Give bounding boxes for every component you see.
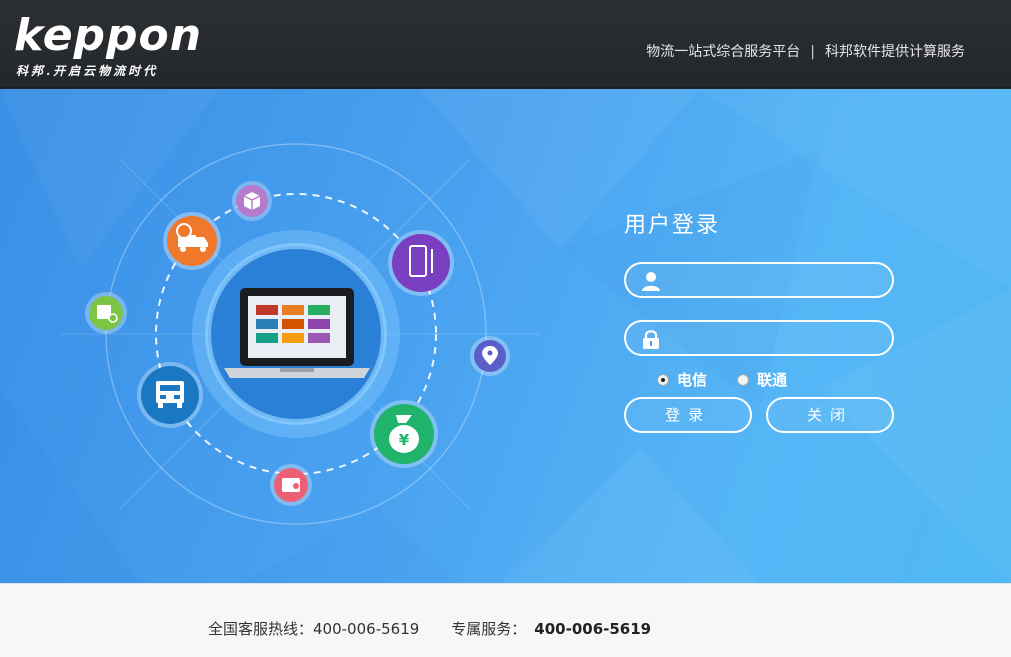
radio-telecom-label: 电信: [677, 371, 708, 389]
delivery-truck-icon: [137, 362, 203, 428]
hotline-number: 400-006-5619: [313, 620, 420, 638]
laptop-icon: [224, 288, 370, 378]
password-input[interactable]: [674, 326, 884, 350]
lock-icon: [643, 330, 659, 349]
wallet-icon: [270, 464, 312, 506]
login-banner: ¥ 用户登录 电信 联通 登录 关闭: [0, 89, 1011, 583]
truck-clock-icon: [163, 212, 221, 270]
delivery-tag-icon: [85, 292, 127, 334]
top-header: keppon 科邦.开启云物流时代 物流一站式综合服务平台 | 科邦软件提供计算服务: [0, 0, 1011, 88]
radio-unicom-dot[interactable]: [737, 373, 749, 386]
footer-contact: 全国客服热线：400-006-5619 专属服务： 400-006-5619: [208, 618, 651, 639]
radio-telecom-dot[interactable]: [657, 373, 669, 386]
radio-unicom-label: 联通: [757, 371, 788, 389]
logo: keppon: [14, 10, 203, 61]
exclusive-service-label: 专属服务：: [451, 620, 527, 638]
tagline-platform: 物流一站式综合服务平台: [646, 44, 801, 60]
radio-unicom[interactable]: 联通: [737, 369, 787, 390]
login-title: 用户登录: [624, 213, 721, 238]
logo-slogan: 科邦.开启云物流时代: [16, 64, 159, 78]
password-field-wrapper[interactable]: [624, 320, 894, 356]
hotline-label: 全国客服热线：: [208, 620, 314, 638]
phone-icon: [388, 230, 454, 296]
svg-text:¥: ¥: [399, 431, 410, 449]
header-tagline: 物流一站式综合服务平台 | 科邦软件提供计算服务: [646, 41, 965, 61]
user-icon: [642, 272, 660, 291]
username-field-wrapper[interactable]: [624, 262, 894, 298]
exclusive-service-number: 400-006-5619: [534, 620, 652, 638]
login-button[interactable]: 登录: [624, 397, 752, 433]
close-button[interactable]: 关闭: [766, 397, 894, 433]
username-input[interactable]: [674, 268, 884, 292]
radio-telecom[interactable]: 电信: [657, 369, 707, 390]
footer: 全国客服热线：400-006-5619 专属服务： 400-006-5619: [0, 583, 1011, 657]
location-pin-icon: [470, 336, 510, 376]
package-icon: [232, 181, 272, 221]
logistics-illustration: ¥: [60, 143, 540, 525]
money-bag-icon: ¥: [370, 400, 438, 468]
tagline-service: 科邦软件提供计算服务: [825, 44, 965, 60]
tagline-separator: |: [810, 44, 815, 60]
